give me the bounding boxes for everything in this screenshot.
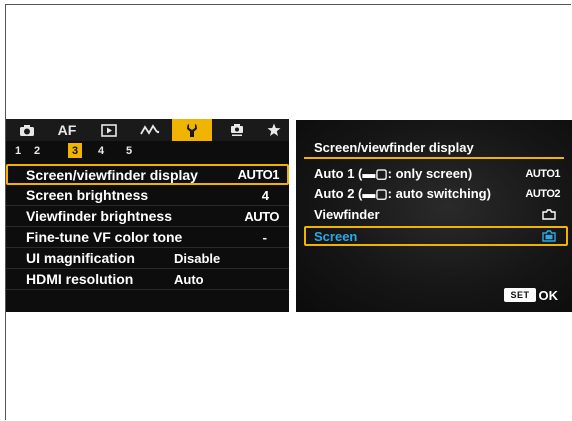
menu-item-label: Screen brightness xyxy=(26,187,149,203)
display-option-list: Auto 1 (▬▢: only screen) AUTO1 Auto 2 (▬… xyxy=(296,164,572,246)
playback-icon xyxy=(101,123,117,137)
subtab-4[interactable]: 4 xyxy=(94,143,108,158)
camera-icon xyxy=(20,124,34,136)
option-value-icon xyxy=(542,208,556,220)
subtab-2[interactable]: 2 xyxy=(30,143,44,158)
tab-playback[interactable] xyxy=(94,119,124,141)
option-label: Auto 2 (▬▢: auto switching) xyxy=(314,186,491,201)
star-icon xyxy=(267,123,281,136)
option-label: Viewfinder xyxy=(314,206,380,222)
menu-item-value: - xyxy=(262,229,267,245)
menu-item-viewfinder-brightness[interactable]: Viewfinder brightness AUTO xyxy=(6,206,289,227)
menu-item-value: 4 xyxy=(261,187,269,203)
ok-label: OK xyxy=(538,287,559,303)
menu-item-label: Viewfinder brightness xyxy=(26,208,172,224)
menu-item-value: Auto xyxy=(174,271,204,287)
tab-my-menu[interactable] xyxy=(260,119,288,141)
menu-item-label: HDMI resolution xyxy=(26,271,134,287)
menu-item-screen-brightness[interactable]: Screen brightness 4 xyxy=(6,185,289,206)
set-badge: SET xyxy=(504,288,536,302)
title-divider xyxy=(304,157,564,159)
option-value: AUTO1 xyxy=(525,168,560,180)
custom-icon xyxy=(231,124,243,136)
menu-item-value: AUTO xyxy=(244,208,279,224)
tab-af[interactable]: AF xyxy=(52,119,82,141)
screen-icon xyxy=(542,230,556,242)
dialog-title: Screen/viewfinder display xyxy=(314,140,474,155)
subtab-1[interactable]: 1 xyxy=(11,143,25,158)
option-screen[interactable]: Screen xyxy=(304,226,568,246)
display-option-screen: Screen/viewfinder display Auto 1 (▬▢: on… xyxy=(296,120,572,312)
menu-tab-bar: AF xyxy=(6,119,289,141)
subtab-bar: 1 2 3 4 5 xyxy=(6,141,289,159)
menu-item-label: Fine-tune VF color tone xyxy=(26,229,183,245)
subtab-5[interactable]: 5 xyxy=(122,143,136,158)
menu-item-label: UI magnification xyxy=(26,250,135,266)
menu-item-fine-tune-vf-color-tone[interactable]: Fine-tune VF color tone - xyxy=(6,227,289,248)
subtab-3[interactable]: 3 xyxy=(68,143,82,158)
option-value: AUTO2 xyxy=(525,188,560,200)
tab-shooting[interactable] xyxy=(12,119,42,141)
tab-af-label: AF xyxy=(57,122,77,138)
option-auto-2[interactable]: Auto 2 (▬▢: auto switching) AUTO2 xyxy=(296,184,572,204)
menu-item-value: Disable xyxy=(174,250,221,266)
option-viewfinder[interactable]: Viewfinder xyxy=(296,204,572,224)
viewfinder-icon xyxy=(542,208,556,220)
wrench-icon xyxy=(187,123,197,137)
tab-wireless[interactable] xyxy=(134,119,166,141)
wave-icon xyxy=(140,124,160,135)
option-auto-1[interactable]: Auto 1 (▬▢: only screen) AUTO1 xyxy=(296,164,572,184)
option-label: Screen xyxy=(314,228,358,244)
menu-item-ui-magnification[interactable]: UI magnification Disable xyxy=(6,248,289,269)
set-ok-button[interactable]: SET OK xyxy=(504,286,558,304)
setup-menu-list: Screen/viewfinder display AUTO1 Screen b… xyxy=(6,164,289,290)
tab-custom[interactable] xyxy=(222,119,252,141)
menu-item-hdmi-resolution[interactable]: HDMI resolution Auto xyxy=(6,269,289,290)
option-value-icon xyxy=(542,230,556,242)
tab-setup[interactable] xyxy=(172,119,212,141)
option-label: Auto 1 (▬▢: only screen) xyxy=(314,166,473,181)
menu-item-screen-viewfinder-display[interactable]: Screen/viewfinder display AUTO1 xyxy=(6,164,289,185)
menu-item-label: Screen/viewfinder display xyxy=(26,166,198,183)
menu-item-value: AUTO1 xyxy=(237,167,280,182)
setup-menu-screen: AF 1 2 3 4 5 Screen/viewfinder display A… xyxy=(6,119,289,312)
